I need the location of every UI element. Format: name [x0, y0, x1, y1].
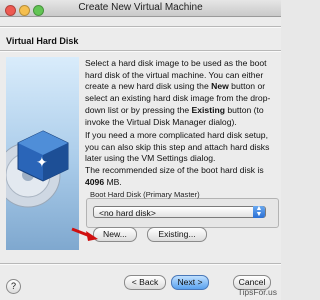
window-title: Create New Virtual Machine — [78, 2, 203, 13]
boot-disk-group-label: Boot Hard Disk (Primary Master) — [90, 190, 200, 199]
hard-disk-selected: <no hard disk> — [99, 208, 156, 218]
back-button[interactable]: < Back — [124, 275, 166, 290]
footer-separator — [0, 263, 281, 265]
dropdown-arrows-icon: ▲ ▼ — [253, 205, 265, 218]
intro-paragraph: Select a hard disk image to be used as t… — [85, 58, 277, 128]
recommended-size-paragraph: The recommended size of the boot hard di… — [85, 165, 277, 188]
help-icon[interactable]: ? — [6, 279, 21, 294]
title-bar: Create New Virtual Machine — [0, 0, 281, 17]
header-separator-bottom — [0, 50, 281, 52]
virtualbox-logo-icon: ✦ — [6, 130, 69, 208]
section-title: Virtual Hard Disk — [6, 36, 79, 46]
svg-text:✦: ✦ — [36, 154, 48, 170]
annotation-arrow-icon — [71, 227, 98, 241]
recommended-text-2: MB. — [104, 176, 122, 187]
existing-disk-button[interactable]: Existing... — [147, 227, 207, 242]
intro-existing-keyword: Existing — [191, 104, 225, 115]
intro-new-keyword: New — [211, 81, 229, 92]
virtualbox-illustration: ✦ — [6, 57, 79, 250]
next-button[interactable]: Next > — [171, 275, 209, 290]
recommended-size-value: 4096 — [85, 176, 105, 187]
watermark-text: TipsFor.us — [237, 287, 277, 297]
header-separator-top — [0, 26, 281, 28]
create-vm-window: Create New Virtual Machine Virtual Hard … — [0, 0, 281, 300]
recommended-text-1: The recommended size of the boot hard di… — [85, 165, 264, 175]
hard-disk-dropdown[interactable]: <no hard disk> ▲ ▼ — [93, 205, 266, 218]
advanced-paragraph: If you need a more complicated hard disk… — [85, 130, 270, 164]
